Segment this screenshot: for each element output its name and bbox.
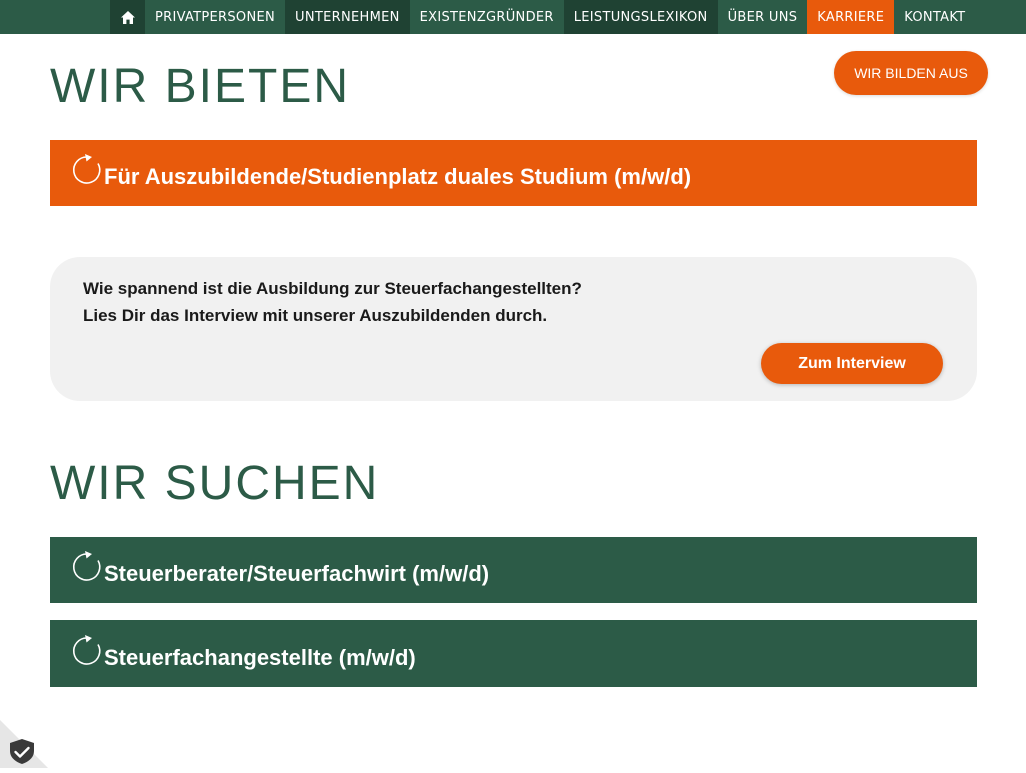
section-heading-wir-suchen: WIR SUCHEN (50, 457, 380, 510)
nav-item-privatpersonen[interactable]: PRIVATPERSONEN (145, 0, 285, 34)
top-navigation-bar: PRIVATPERSONEN UNTERNEHMEN EXISTENZGRÜND… (0, 0, 1026, 34)
nav-item-kontakt[interactable]: KONTAKT (894, 0, 975, 34)
accordion-steuerfachangestellte[interactable]: Steuerfachangestellte (m/w/d) (50, 620, 977, 687)
section-heading-wir-bieten: WIR BIETEN (50, 60, 351, 113)
shield-check-icon (0, 720, 48, 768)
nav-item-karriere[interactable]: KARRIERE (807, 0, 895, 34)
nav-item-existenzgruender[interactable]: EXISTENZGRÜNDER (410, 0, 564, 34)
interview-card-line-1: Wie spannend ist die Ausbildung zur Steu… (83, 279, 582, 298)
accordion-steuerberater[interactable]: Steuerberater/Steuerfachwirt (m/w/d) (50, 537, 977, 603)
interview-card-line-2: Lies Dir das Interview mit unserer Auszu… (83, 306, 548, 325)
refresh-icon (72, 551, 101, 581)
main-menu: PRIVATPERSONEN UNTERNEHMEN EXISTENZGRÜND… (110, 0, 975, 34)
nav-item-unternehmen[interactable]: UNTERNEHMEN (285, 0, 410, 34)
privacy-settings-badge[interactable] (0, 708, 60, 768)
refresh-icon (72, 634, 101, 665)
nav-home[interactable] (110, 0, 145, 34)
zum-interview-button[interactable]: Zum Interview (761, 343, 943, 384)
refresh-icon (72, 154, 101, 184)
interview-card: Wie spannend ist die Ausbildung zur Steu… (50, 257, 977, 401)
interview-card-text: Wie spannend ist die Ausbildung zur Steu… (83, 275, 582, 329)
nav-item-leistungslexikon[interactable]: LEISTUNGSLEXIKON (563, 0, 718, 34)
home-icon (120, 10, 135, 24)
accordion-title: Steuerfachangestellte (m/w/d) (104, 644, 416, 670)
wir-bilden-aus-button[interactable]: WIR BILDEN AUS (834, 51, 988, 95)
accordion-title: Steuerberater/Steuerfachwirt (m/w/d) (104, 561, 490, 586)
nav-item-ueber-uns[interactable]: ÜBER UNS (718, 0, 808, 34)
accordion-title: Für Auszubildende/Studienplatz duales St… (104, 164, 692, 189)
accordion-auszubildende[interactable]: Für Auszubildende/Studienplatz duales St… (50, 140, 977, 206)
